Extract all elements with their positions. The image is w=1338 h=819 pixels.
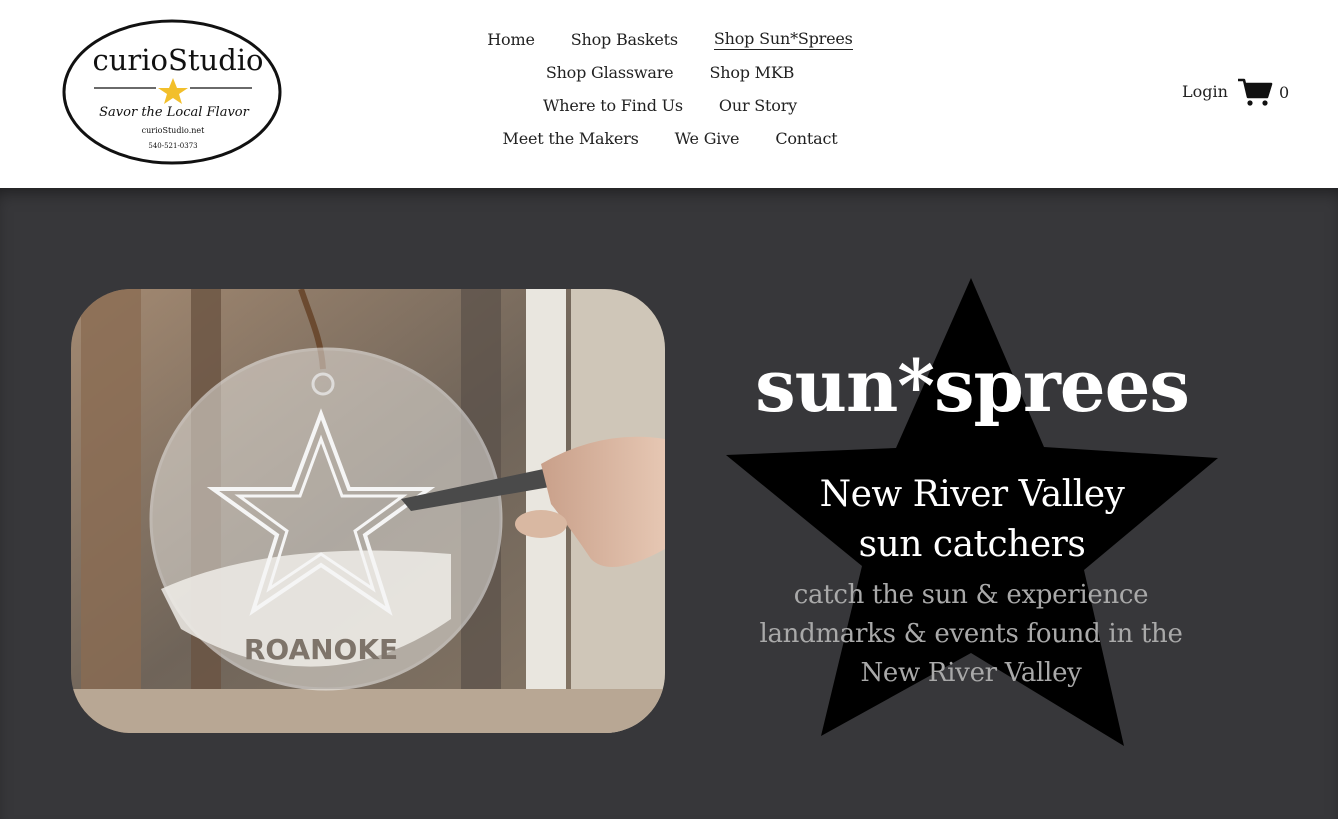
hero-subtitle-line-2: sun catchers — [858, 524, 1086, 565]
main-navigation: Home Shop Baskets Shop Sun*Sprees Shop G… — [440, 26, 900, 152]
hero-desc-line-3: New River Valley — [860, 658, 1082, 688]
nav-shop-glassware[interactable]: Shop Glassware — [546, 63, 674, 82]
nav-shop-sun-sprees[interactable]: Shop Sun*Sprees — [713, 29, 853, 50]
hero-desc-line-1: catch the sun & experience — [793, 580, 1149, 610]
logo-website: curioStudio.net — [142, 126, 205, 135]
nav-meet-the-makers[interactable]: Meet the Makers — [503, 129, 639, 148]
cart-count: 0 — [1279, 82, 1290, 102]
site-header: curioStudio Savor the Local Flavor curio… — [0, 0, 1338, 188]
hero-subtitle: New River Valley sun catchers — [726, 470, 1218, 570]
hero-section: ROANOKE sun*sprees New River Valley sun … — [0, 188, 1338, 819]
hero-desc-line-2: landmarks & events found in the — [759, 619, 1183, 649]
hero-title: sun*sprees — [755, 343, 1190, 428]
logo-tagline: Savor the Local Flavor — [99, 105, 249, 120]
hero-subtitle-line-1: New River Valley — [819, 474, 1125, 515]
login-link[interactable]: Login — [1182, 82, 1228, 101]
hero-description: catch the sun & experience landmarks & e… — [740, 576, 1202, 693]
photo-roanoke-text: ROANOKE — [244, 633, 398, 666]
nav-shop-baskets[interactable]: Shop Baskets — [571, 30, 678, 49]
suncatcher-product-photo: ROANOKE — [71, 289, 665, 733]
logo-brand: curioStudio — [92, 43, 263, 77]
logo-phone: 540-521-0373 — [148, 142, 197, 150]
shopping-cart-icon — [1238, 78, 1273, 106]
nav-contact[interactable]: Contact — [775, 129, 837, 148]
nav-our-story[interactable]: Our Story — [719, 96, 797, 115]
nav-where-to-find-us[interactable]: Where to Find Us — [543, 96, 683, 115]
nav-home[interactable]: Home — [487, 30, 535, 49]
nav-we-give[interactable]: We Give — [675, 129, 740, 148]
cart-button[interactable]: 0 — [1237, 76, 1297, 108]
curio-studio-logo[interactable]: curioStudio Savor the Local Flavor curio… — [60, 18, 284, 166]
nav-shop-mkb[interactable]: Shop MKB — [709, 63, 794, 82]
